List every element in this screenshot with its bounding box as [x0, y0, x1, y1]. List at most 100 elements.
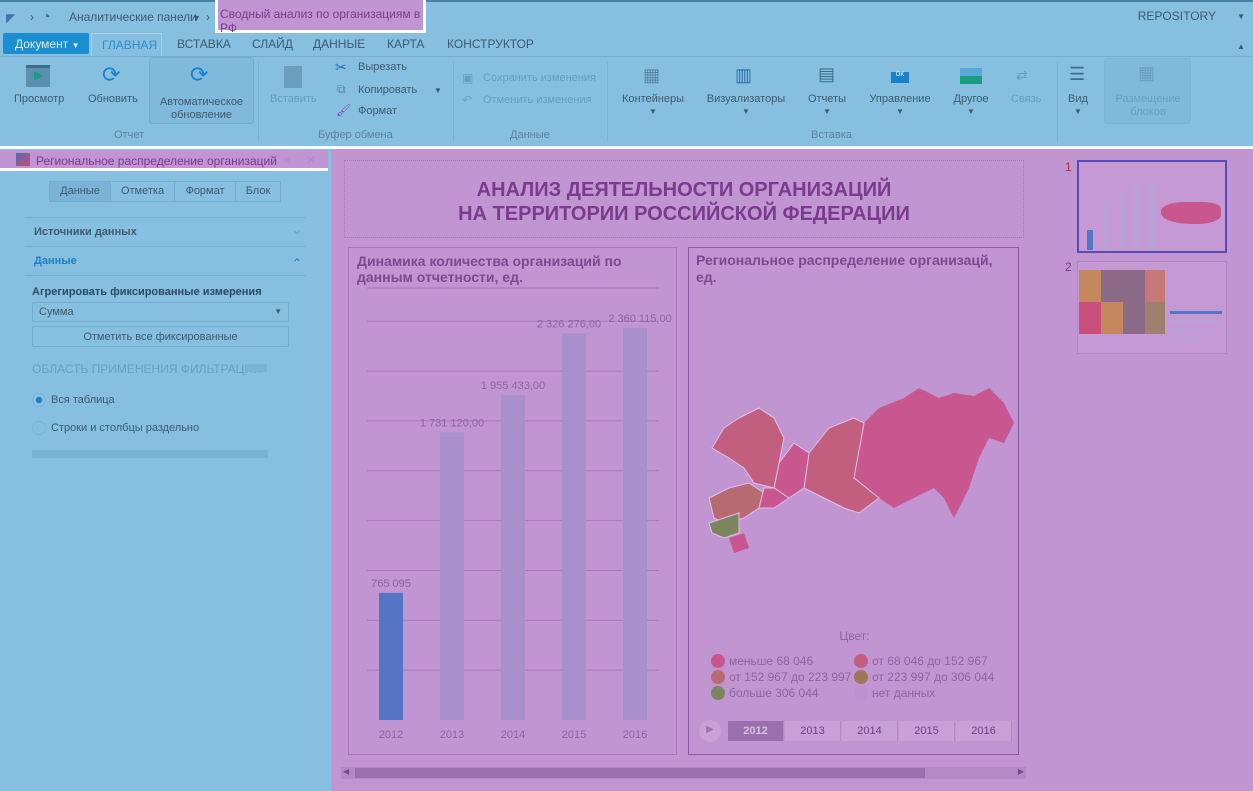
image-icon [960, 68, 982, 84]
thumb-bar [1170, 320, 1220, 323]
chevron-down-icon[interactable]: ▼ [1237, 12, 1245, 21]
close-icon[interactable]: ✕ [306, 153, 316, 167]
legend-label: нет данных [872, 686, 936, 700]
block-layout-button[interactable]: ▦ Размещение блоков [1104, 58, 1191, 124]
slide-thumbnail-1[interactable] [1077, 160, 1227, 253]
cut-button[interactable]: Вырезать [358, 61, 407, 73]
tab-slide[interactable]: СЛАЙД [252, 37, 293, 51]
scrollbar-thumb[interactable] [355, 768, 925, 778]
legend-swatch [711, 654, 725, 668]
scroll-left-icon[interactable]: ◀ [343, 767, 349, 776]
bar-2015[interactable] [562, 333, 586, 720]
bar-2013[interactable] [440, 432, 464, 720]
year-2014[interactable]: 2014 [842, 721, 898, 741]
group-data-label: Данные [510, 129, 550, 141]
save-changes-button[interactable]: Сохранить изменения [483, 72, 596, 84]
visualizers-icon: ▥ [735, 65, 753, 85]
group-insert-label: Вставка [811, 129, 852, 141]
year-2016[interactable]: 2016 [956, 721, 1012, 741]
group-clipboard-label: Буфер обмена [318, 129, 393, 141]
tab-insert[interactable]: ВСТАВКА [177, 37, 231, 51]
divider [453, 62, 454, 142]
auto-refresh-label: Автоматическое обновление [159, 96, 244, 121]
map-block[interactable]: Региональное распределение организацй, е… [688, 247, 1019, 755]
year-2015[interactable]: 2015 [899, 721, 955, 741]
slide-number: 1 [1065, 160, 1072, 174]
chevron-down-icon: ▼ [823, 107, 831, 116]
data-section[interactable]: Данные [34, 255, 77, 267]
thumb-bar [1134, 182, 1140, 250]
year-2012[interactable]: 2012 [728, 721, 784, 741]
thumb-bar [1170, 311, 1222, 314]
undo-changes-button[interactable]: Отменить изменения [483, 94, 592, 106]
bar-2016[interactable] [623, 327, 647, 720]
tab-data[interactable]: ДАННЫЕ [313, 37, 365, 51]
dashboard-icon: ◔ [42, 8, 51, 24]
collapse-ribbon-icon[interactable]: ▲ [1237, 42, 1245, 51]
panel-title: Региональное распределение организаций [36, 154, 277, 168]
bar-2012[interactable] [379, 592, 403, 720]
document-title[interactable]: Сводный анализ по организациям в РФ [215, 0, 426, 35]
x-tick-label: 2014 [501, 729, 525, 741]
chevron-down-icon: ▼ [649, 107, 657, 116]
slide-thumbnail-2[interactable] [1077, 261, 1227, 354]
slide-title[interactable]: АНАЛИЗ ДЕЯТЕЛЬНОСТИ ОРГАНИЗАЦИЙ НА ТЕРРИ… [344, 160, 1024, 238]
scroll-right-icon[interactable]: ▶ [1018, 767, 1024, 776]
panel-tab-format[interactable]: Формат [174, 181, 236, 202]
panel-tab-block[interactable]: Блок [235, 181, 281, 202]
divider [246, 364, 267, 372]
radio-rows-cols-separately[interactable] [32, 421, 46, 435]
link-button[interactable]: Связь [1011, 93, 1041, 105]
refresh-button[interactable]: Обновить [88, 93, 138, 105]
preview-button[interactable]: Просмотр [14, 93, 64, 105]
tab-map[interactable]: КАРТА [387, 37, 424, 51]
chevron-down-icon[interactable]: ▼ [434, 86, 442, 95]
aggregate-select[interactable]: Сумма ▼ [32, 302, 289, 322]
chevron-down-icon[interactable]: ⌄ [292, 223, 302, 237]
reports-button[interactable]: Отчеты ▼ [802, 93, 852, 117]
x-tick-label: 2016 [623, 729, 647, 741]
copy-button[interactable]: Копировать [358, 84, 417, 96]
legend-item: от 223 997 до 306 044 [854, 670, 994, 684]
mark-all-fixed-button[interactable]: Отметить все фиксированные [32, 326, 289, 347]
collapse-panel-icon[interactable]: « [284, 153, 291, 167]
visualizers-button[interactable]: Визуализаторы ▼ [703, 93, 789, 117]
year-2013[interactable]: 2013 [785, 721, 841, 741]
bar-chart-block[interactable]: Динамика количества организаций по данны… [348, 247, 677, 755]
legend-swatch [854, 670, 868, 684]
controls-icon: OK [891, 72, 909, 83]
panel-tab-mark[interactable]: Отметка [110, 181, 175, 202]
chevron-up-icon[interactable]: ⌃ [292, 256, 302, 270]
other-button[interactable]: Другое ▼ [945, 93, 997, 117]
scissors-icon: ✂ [335, 59, 347, 75]
thumb-bar [1170, 338, 1206, 341]
x-tick-label: 2015 [562, 729, 586, 741]
russia-map[interactable] [704, 348, 1019, 558]
undo-icon: ↶ [462, 93, 473, 107]
play-button[interactable]: ▶ [699, 720, 721, 742]
view-button[interactable]: Вид ▼ [1063, 93, 1093, 117]
paste-button[interactable]: Вставить [270, 93, 317, 105]
repository-menu[interactable]: REPOSITORY [1138, 9, 1216, 23]
format-button[interactable]: Формат [358, 105, 397, 117]
containers-icon: ▦ [643, 65, 661, 85]
layout-icon: ▦ [1138, 63, 1156, 83]
data-sources-section[interactable]: Источники данных [34, 226, 137, 238]
breadcrumb-dashboards[interactable]: Аналитические панели [69, 10, 197, 24]
auto-refresh-button[interactable]: ⟳ Автоматическое обновление [149, 57, 254, 124]
bar-chart: 765 095 2012 1 731 120,00 2013 1 955 433,00 2… [367, 287, 672, 741]
block-layout-label: Размещение блоков [1115, 93, 1181, 118]
panel-tab-data[interactable]: Данные [49, 181, 111, 202]
chevron-down-icon[interactable]: ▼ [192, 13, 201, 23]
app-logo-icon[interactable]: ◤ [6, 11, 15, 25]
tab-home[interactable]: ГЛАВНАЯ [91, 33, 162, 56]
bar-2014[interactable] [501, 395, 525, 720]
radio-whole-table[interactable] [32, 393, 46, 407]
refresh-icon: ⟳ [102, 62, 121, 87]
tab-designer[interactable]: КОНСТРУКТОР [447, 37, 534, 51]
document-menu-button[interactable]: Документ ▼ [3, 33, 89, 54]
controls-button[interactable]: Управление ▼ [864, 93, 936, 117]
horizontal-scrollbar[interactable]: ◀ ▶ [341, 767, 1026, 779]
containers-button[interactable]: Контейнеры ▼ [618, 93, 688, 117]
thumb-tile [1079, 302, 1101, 334]
